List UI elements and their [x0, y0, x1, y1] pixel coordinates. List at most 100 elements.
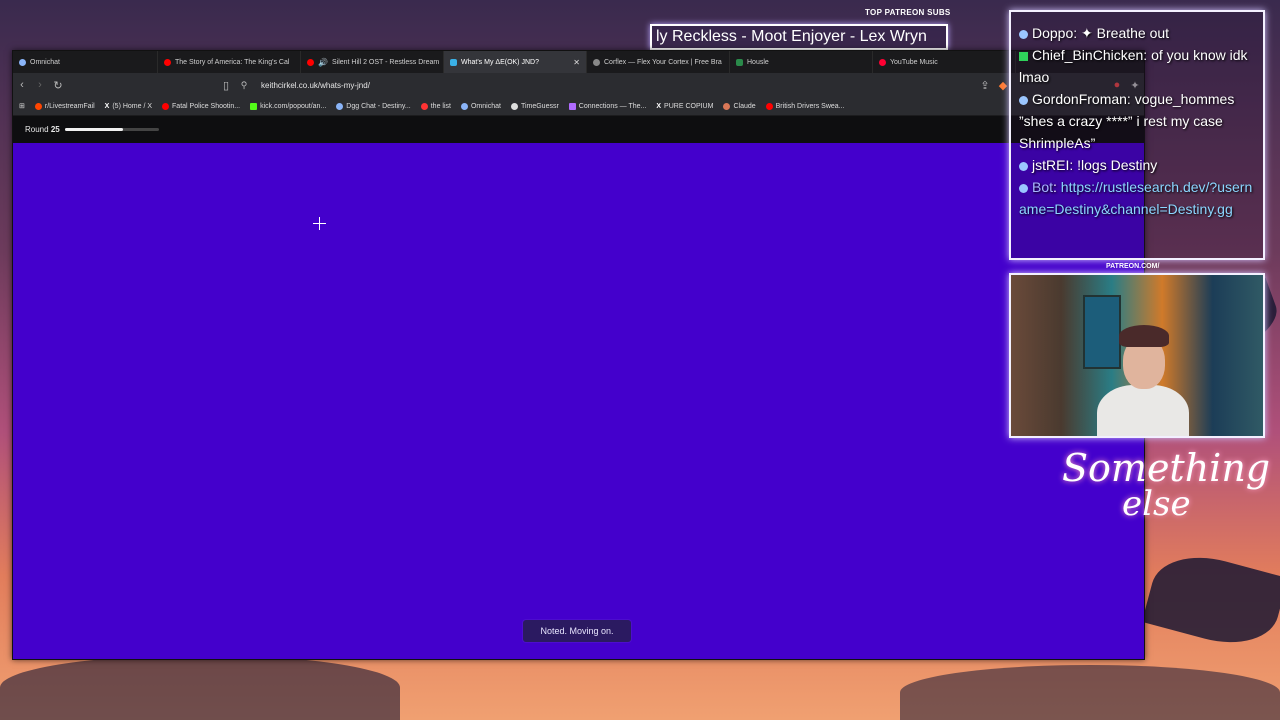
close-tab-icon[interactable]: ✕	[573, 58, 580, 67]
back-arrow-icon[interactable]: ‹	[13, 79, 31, 91]
chat-username: Bot	[1032, 179, 1054, 195]
bookmark-livestreamfail[interactable]: r/LivestreamFail	[30, 102, 100, 110]
bookmark-dgg-chat[interactable]: Dgg Chat - Destiny...	[331, 102, 415, 110]
bookmark-timeguessr[interactable]: TimeGuessr	[506, 102, 564, 110]
bookmark-pure-copium[interactable]: X PURE COPIUM	[651, 103, 718, 110]
bookmark-label: (5) Home / X	[112, 102, 153, 110]
round-header: Round 25	[13, 116, 1144, 143]
tab-housle[interactable]: Housle	[730, 51, 873, 73]
something-else-logo: Something else	[1062, 449, 1270, 546]
tab-corflex[interactable]: Corflex — Flex Your Cortex | Free Bra	[587, 51, 730, 73]
chat-message: Bot: https://rustlesearch.dev/?username=…	[1019, 179, 1253, 217]
bookmark-label: kick.com/popout/an...	[260, 102, 327, 110]
bookmark-label: r/LivestreamFail	[44, 102, 95, 110]
streamer-image	[1091, 325, 1191, 436]
bookmark-label: Connections — The...	[578, 102, 647, 110]
site-icon	[420, 102, 428, 110]
bookmark-label: the list	[430, 102, 451, 110]
kick-badge-icon	[1019, 51, 1028, 61]
dgg-badge-icon	[1019, 95, 1028, 105]
chat-text: !logs Destiny	[1077, 157, 1158, 173]
round-progress-bar	[64, 128, 159, 131]
bookmark-label: Fatal Police Shootin...	[172, 102, 241, 110]
tab-youtube-music[interactable]: YouTube Music	[873, 51, 1016, 73]
bookmark-icon[interactable]: ▯	[217, 79, 235, 92]
chat-username: Doppo:	[1032, 25, 1078, 41]
bookmark-label: Dgg Chat - Destiny...	[346, 102, 411, 110]
forward-arrow-icon[interactable]: ›	[31, 79, 49, 91]
tab-whats-my-jnd[interactable]: What's My ΔE(OK) JND? ✕	[444, 51, 587, 73]
bookmark-label: TimeGuessr	[520, 102, 559, 110]
tab-label: YouTube Music	[890, 58, 938, 66]
tab-story-of-america[interactable]: The Story of America: The King's Cal	[158, 51, 301, 73]
chat-username: GordonFroman:	[1032, 91, 1131, 107]
tab-label: Housle	[747, 58, 769, 66]
youtube-icon	[765, 102, 773, 110]
round-indicator: Round 25	[25, 125, 60, 134]
site-info-icon[interactable]: ⚲	[235, 80, 253, 91]
bookmark-connections[interactable]: Connections — The...	[564, 102, 652, 110]
bookmark-the-list[interactable]: the list	[416, 102, 456, 110]
kick-icon	[250, 102, 258, 110]
apps-grid-icon[interactable]: ⊞	[13, 102, 30, 110]
tab-label: Silent Hill 2 OST - Restless Dream	[331, 58, 440, 66]
youtube-icon	[164, 58, 171, 66]
youtube-icon	[307, 58, 314, 66]
browser-window: Omnichat The Story of America: The King'…	[12, 50, 1145, 660]
bookmark-label: Omnichat	[470, 102, 501, 110]
browser-toolbar: ‹ › ↻ ▯ ⚲ keithcirkel.co.uk/whats-my-jnd…	[13, 73, 1144, 97]
reddit-icon	[34, 102, 42, 110]
bookmark-omnichat[interactable]: Omnichat	[456, 102, 506, 110]
tab-silent-hill[interactable]: 🔊 Silent Hill 2 OST - Restless Dream	[301, 51, 444, 73]
tab-label: Omnichat	[30, 58, 60, 66]
ticker-text: ly Reckless - Moot Enjoyer - Lex Wryn	[656, 28, 927, 45]
site-icon	[736, 58, 743, 66]
bookmark-label: British Drivers Swea...	[775, 102, 845, 110]
youtube-icon	[162, 102, 170, 110]
chat-link[interactable]: https://rustlesearch.dev/?username=Desti…	[1019, 179, 1252, 217]
patreon-ticker: ly Reckless - Moot Enjoyer - Lex Wryn	[650, 24, 948, 50]
logo-line-2: else	[1122, 484, 1191, 524]
chat-message: Chief_BinChicken: of you know idk lmao	[1019, 44, 1259, 88]
chat-message: Doppo: ✦ Breathe out	[1019, 22, 1259, 44]
tab-omnichat[interactable]: Omnichat	[13, 51, 158, 73]
tab-label: Corflex — Flex Your Cortex | Free Bra	[604, 58, 722, 66]
bookmarks-bar: ⊞ r/LivestreamFail X (5) Home / X Fatal P…	[13, 97, 1144, 116]
omnichat-icon	[460, 102, 468, 110]
bookmark-british-drivers[interactable]: British Drivers Swea...	[761, 102, 850, 110]
reload-icon[interactable]: ↻	[49, 79, 67, 92]
bookmark-fatal-police[interactable]: Fatal Police Shootin...	[157, 102, 245, 110]
dgg-icon	[336, 102, 344, 110]
speaker-icon[interactable]: 🔊	[318, 58, 328, 67]
bookmark-claude[interactable]: Claude	[718, 102, 760, 110]
crosshair-cursor-icon	[313, 217, 326, 230]
chat-message: GordonFroman: vogue_hommes ”shes a crazy…	[1019, 88, 1259, 154]
omnichat-icon	[19, 58, 26, 66]
connections-icon	[568, 102, 576, 110]
chat-username: jstREI:	[1032, 157, 1074, 173]
color-swatch-canvas[interactable]: Noted. Moving on.	[13, 143, 1144, 659]
bookmark-kick[interactable]: kick.com/popout/an...	[245, 102, 331, 110]
dgg-badge-icon	[1019, 161, 1028, 171]
round-progress-fill	[64, 128, 123, 131]
dgg-badge-icon	[1019, 29, 1028, 39]
chat-message: jstREI: !logs Destiny	[1019, 154, 1259, 176]
globe-icon	[510, 102, 518, 110]
claude-icon	[723, 102, 731, 110]
patreon-url-label: PATREON.COM/	[1106, 263, 1160, 270]
bookmark-x-home[interactable]: X (5) Home / X	[100, 103, 157, 110]
webcam-feed	[1009, 273, 1265, 438]
round-number: 25	[50, 125, 60, 134]
x-icon: X	[656, 102, 662, 110]
dgg-badge-icon	[1019, 183, 1028, 193]
chat-text: Breathe out	[1096, 25, 1170, 41]
tab-label: The Story of America: The King's Cal	[175, 58, 290, 66]
share-icon[interactable]: ⇪	[976, 79, 994, 92]
chat-username: Chief_BinChicken:	[1032, 47, 1148, 63]
status-toast: Noted. Moving on.	[523, 620, 631, 642]
address-bar[interactable]: keithcirkel.co.uk/whats-my-jnd/	[261, 81, 370, 90]
round-label: Round	[25, 125, 49, 134]
bookmark-label: Claude	[733, 102, 756, 110]
chat-overlay: Doppo: ✦ Breathe out Chief_BinChicken: o…	[1009, 10, 1265, 260]
site-icon	[450, 58, 457, 66]
